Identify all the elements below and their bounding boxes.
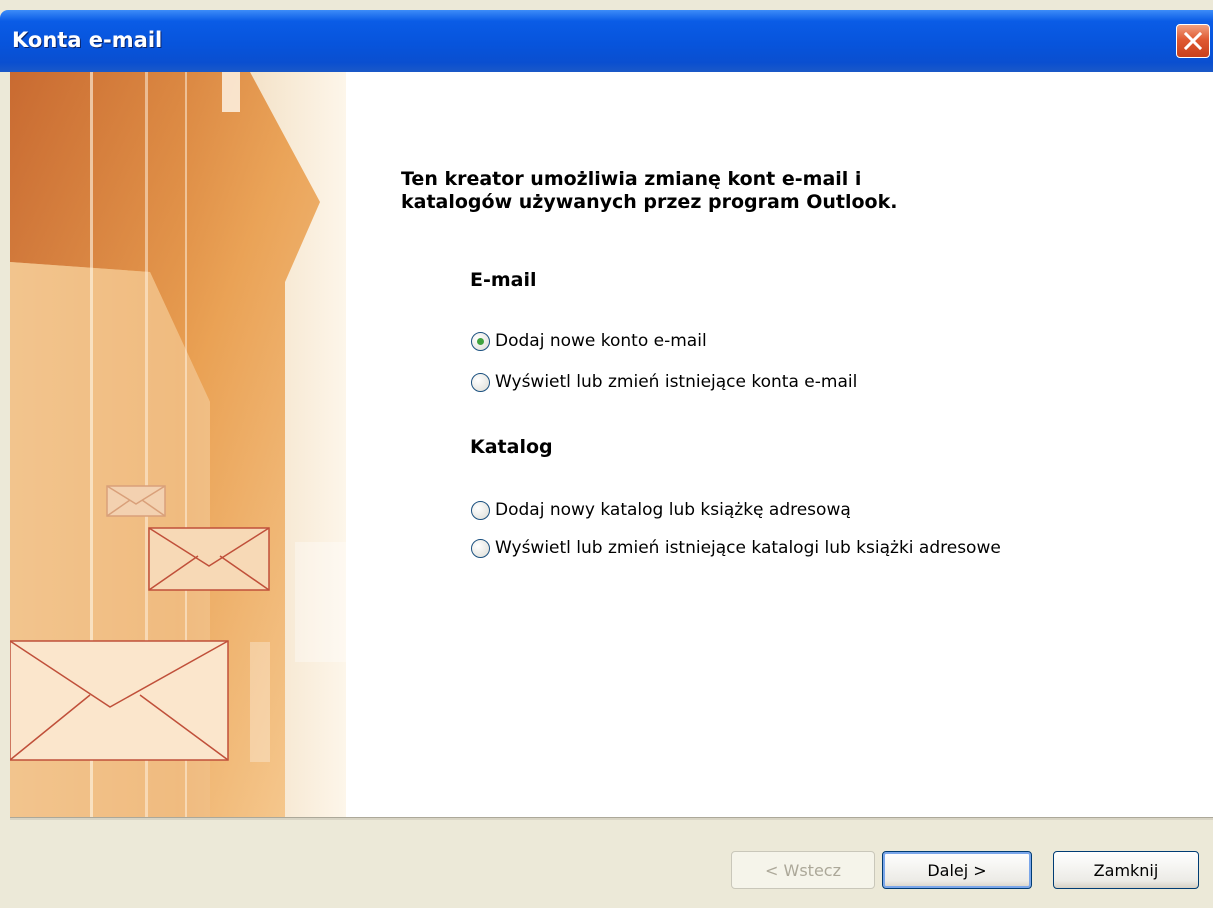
wizard-banner-image — [10, 72, 346, 817]
back-button[interactable]: < Wstecz — [731, 851, 875, 889]
radio-view-email-accounts[interactable]: Wyświetl lub zmień istniejące konta e-ma… — [471, 372, 857, 392]
radio-button[interactable] — [471, 331, 490, 351]
email-section-title: E-mail — [470, 269, 537, 291]
envelopes-illustration — [10, 72, 346, 817]
window-title: Konta e-mail — [12, 28, 163, 52]
radio-button[interactable] — [471, 500, 490, 520]
wizard-heading: Ten kreator umożliwia zmianę kont e-mail… — [401, 168, 898, 213]
envelope-icon — [148, 527, 270, 591]
radio-label: Dodaj nowy katalog lub książkę adresową — [495, 500, 851, 520]
close-window-button[interactable] — [1176, 24, 1210, 58]
envelope-icon — [10, 640, 229, 761]
title-bar[interactable]: Konta e-mail — [0, 10, 1213, 72]
footer-divider — [10, 817, 1213, 820]
envelope-icon — [106, 485, 166, 517]
radio-add-email-account[interactable]: Dodaj nowe konto e-mail — [471, 331, 707, 351]
radio-label: Wyświetl lub zmień istniejące konta e-ma… — [495, 372, 858, 392]
radio-label: Dodaj nowe konto e-mail — [495, 331, 707, 351]
wizard-content: Ten kreator umożliwia zmianę kont e-mail… — [10, 72, 1213, 817]
wizard-window: Konta e-mail Ten kreator umożliwia zmian… — [0, 0, 1213, 908]
window-frame — [0, 72, 10, 908]
radio-button[interactable] — [471, 372, 490, 392]
radio-label: Wyświetl lub zmień istniejące katalogi l… — [495, 538, 1001, 558]
directory-section-title: Katalog — [470, 436, 553, 458]
radio-add-directory[interactable]: Dodaj nowy katalog lub książkę adresową — [471, 500, 851, 520]
next-button[interactable]: Dalej > — [882, 851, 1032, 889]
radio-view-directories[interactable]: Wyświetl lub zmień istniejące katalogi l… — [471, 538, 1001, 558]
close-icon — [1184, 32, 1202, 50]
close-button[interactable]: Zamknij — [1053, 851, 1199, 889]
radio-button[interactable] — [471, 538, 490, 558]
